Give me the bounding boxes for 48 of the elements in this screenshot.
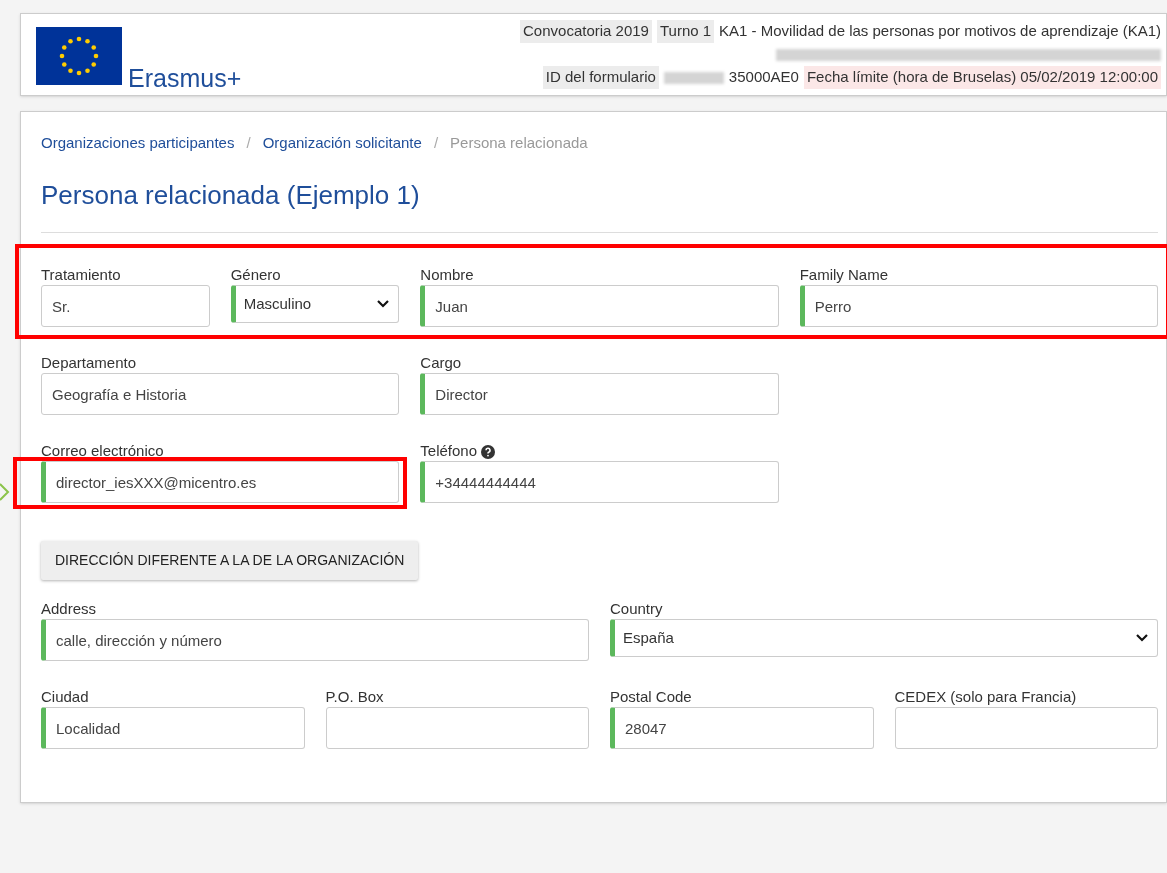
flag-logo-icon (36, 27, 122, 85)
input-field[interactable]: Perro (799, 285, 1158, 327)
input-field[interactable]: 28047 (610, 707, 874, 749)
select-field[interactable]: España (610, 619, 1158, 657)
field-label: Nombre (420, 265, 474, 286)
field-label: Teléfono (420, 441, 478, 462)
input-field[interactable]: director_iesXXX@micentro.es (41, 461, 400, 503)
breadcrumb-separator: / (246, 132, 251, 153)
field-label: Address (41, 599, 97, 620)
blurred-text (663, 71, 724, 84)
select-value: España (623, 627, 674, 648)
address-toggle-button[interactable]: DIRECCIÓN DIFERENTE A LA DE LA ORGANIZACIÓN (41, 541, 419, 580)
logo-text: Erasmus+ (128, 66, 242, 91)
input-field[interactable]: Geografía e Historia (41, 373, 400, 415)
header-tag: Turno 1 (656, 20, 715, 43)
input-field[interactable]: Juan (420, 285, 779, 327)
chevron-down-icon (1135, 633, 1149, 643)
input-field[interactable]: +34444444444 (420, 461, 779, 503)
header-text: 35000AE0 (728, 67, 799, 88)
input-field[interactable]: Director (420, 373, 779, 415)
field-label: Tratamiento (41, 265, 121, 286)
breadcrumb-link[interactable]: Organización solicitante (262, 131, 422, 155)
input-field[interactable] (325, 707, 589, 749)
field-label: Correo electrónico (41, 441, 164, 462)
field-label: Cargo (420, 353, 462, 374)
field-label: Departamento (41, 353, 137, 374)
input-field[interactable] (894, 707, 1158, 749)
input-field[interactable]: calle, dirección y número (41, 619, 589, 661)
field-label: Country (610, 599, 663, 620)
field-label: CEDEX (solo para Francia) (894, 687, 1077, 708)
input-field[interactable]: Localidad (41, 707, 305, 749)
breadcrumb-separator: / (433, 132, 439, 153)
field-label: Género (230, 265, 281, 286)
header-tag: Convocatoria 2019 (520, 20, 652, 43)
page-title: Persona relacionada (Ejemplo 1) (41, 179, 421, 212)
field-label: P.O. Box (325, 687, 384, 708)
field-label: Ciudad (41, 687, 89, 708)
breadcrumb-link[interactable]: Organizaciones participantes (41, 131, 235, 155)
chevron-down-icon (376, 299, 391, 309)
header-text: KA1 - Movilidad de las personas por motivos de aprendizaje (KA1) (719, 21, 1161, 42)
select-field[interactable]: Masculino (230, 285, 400, 323)
select-value: Masculino (243, 293, 312, 314)
field-label: Postal Code (610, 687, 692, 708)
deadline-tag: Fecha límite (hora de Bruselas) 05/02/2019 12:00:00 (803, 66, 1161, 89)
header-tag: ID del formulario (542, 66, 659, 89)
input-field[interactable]: Sr. (41, 285, 210, 327)
breadcrumb-current: Persona relacionada (450, 132, 588, 153)
field-label: Family Name (799, 265, 888, 286)
